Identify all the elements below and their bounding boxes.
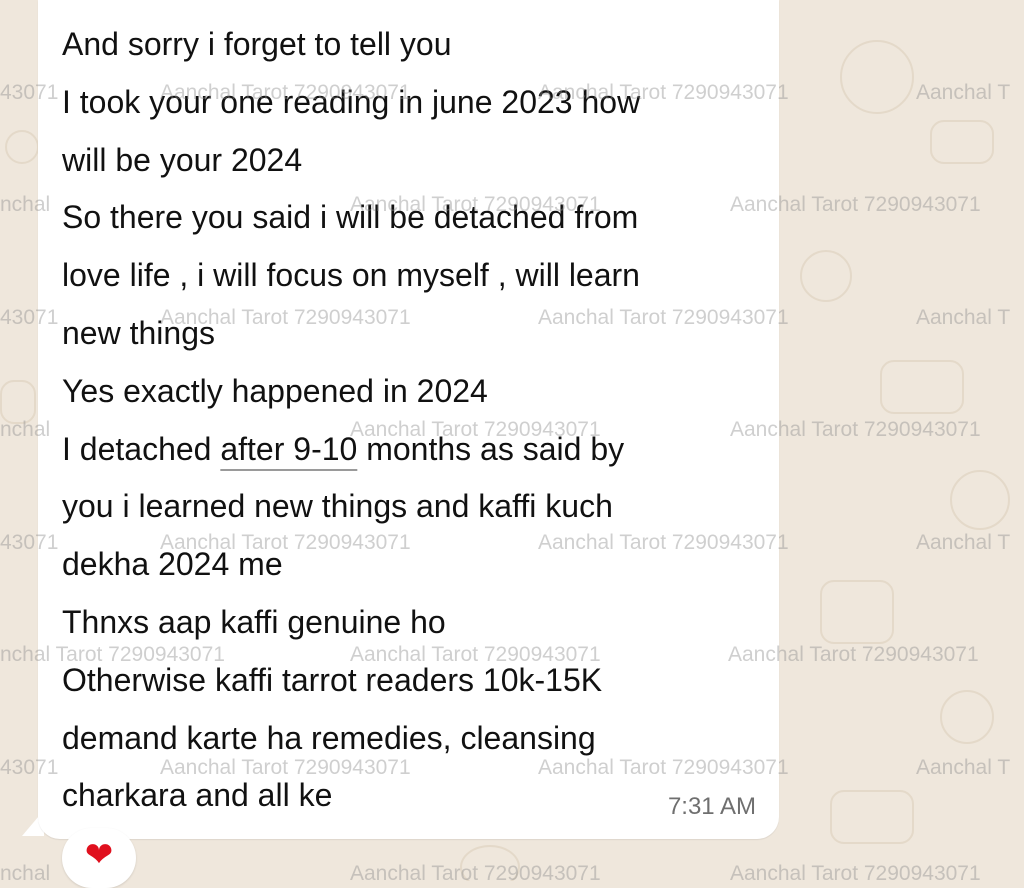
wallpaper-doodle (940, 690, 994, 744)
message-line-part: I detached (62, 430, 221, 467)
wallpaper-doodle (930, 120, 994, 164)
wallpaper-doodle (840, 40, 914, 114)
message-line: charkara and all ke (62, 777, 333, 814)
message-line: will be your 2024 (62, 141, 303, 178)
heart-icon: ❤ (84, 836, 114, 874)
message-line: Thnxs aap kaffi genuine ho (62, 603, 446, 640)
wallpaper-doodle (460, 845, 520, 881)
message-line: And sorry i forget to tell you (62, 26, 452, 62)
wallpaper-doodle (820, 580, 894, 644)
message-line-part: months as said by (357, 430, 625, 467)
wallpaper-doodle (830, 790, 914, 844)
date-time-link[interactable]: after 9-10 (220, 431, 357, 467)
wallpaper-doodle (0, 380, 36, 424)
message-line: dekha 2024 me (62, 546, 283, 583)
wallpaper-doodle (880, 360, 964, 414)
message-line: Otherwise kaffi tarrot readers 10k-15K (62, 661, 603, 698)
message-line: I detached after 9-10 months as said by (62, 431, 624, 467)
wallpaper-doodle (950, 470, 1010, 530)
message-line: new things (62, 314, 215, 351)
message-line: demand karte ha remedies, cleansing (62, 719, 596, 756)
wallpaper-doodle (800, 250, 852, 302)
message-line: love life , i will focus on myself , wil… (62, 257, 640, 294)
reaction-badge[interactable]: ❤ (62, 828, 136, 888)
message-line: you i learned new things and kaffi kuch (62, 488, 613, 525)
message-text: And sorry i forget to tell you I took yo… (62, 16, 762, 825)
message-timestamp: 7:31 AM (667, 793, 756, 820)
message-line: I took your one reading in june 2023 how (62, 83, 641, 120)
message-line: Yes exactly happened in 2024 (62, 372, 488, 409)
wallpaper-doodle (5, 130, 39, 164)
message-line: So there you said i will be detached fro… (62, 199, 639, 236)
